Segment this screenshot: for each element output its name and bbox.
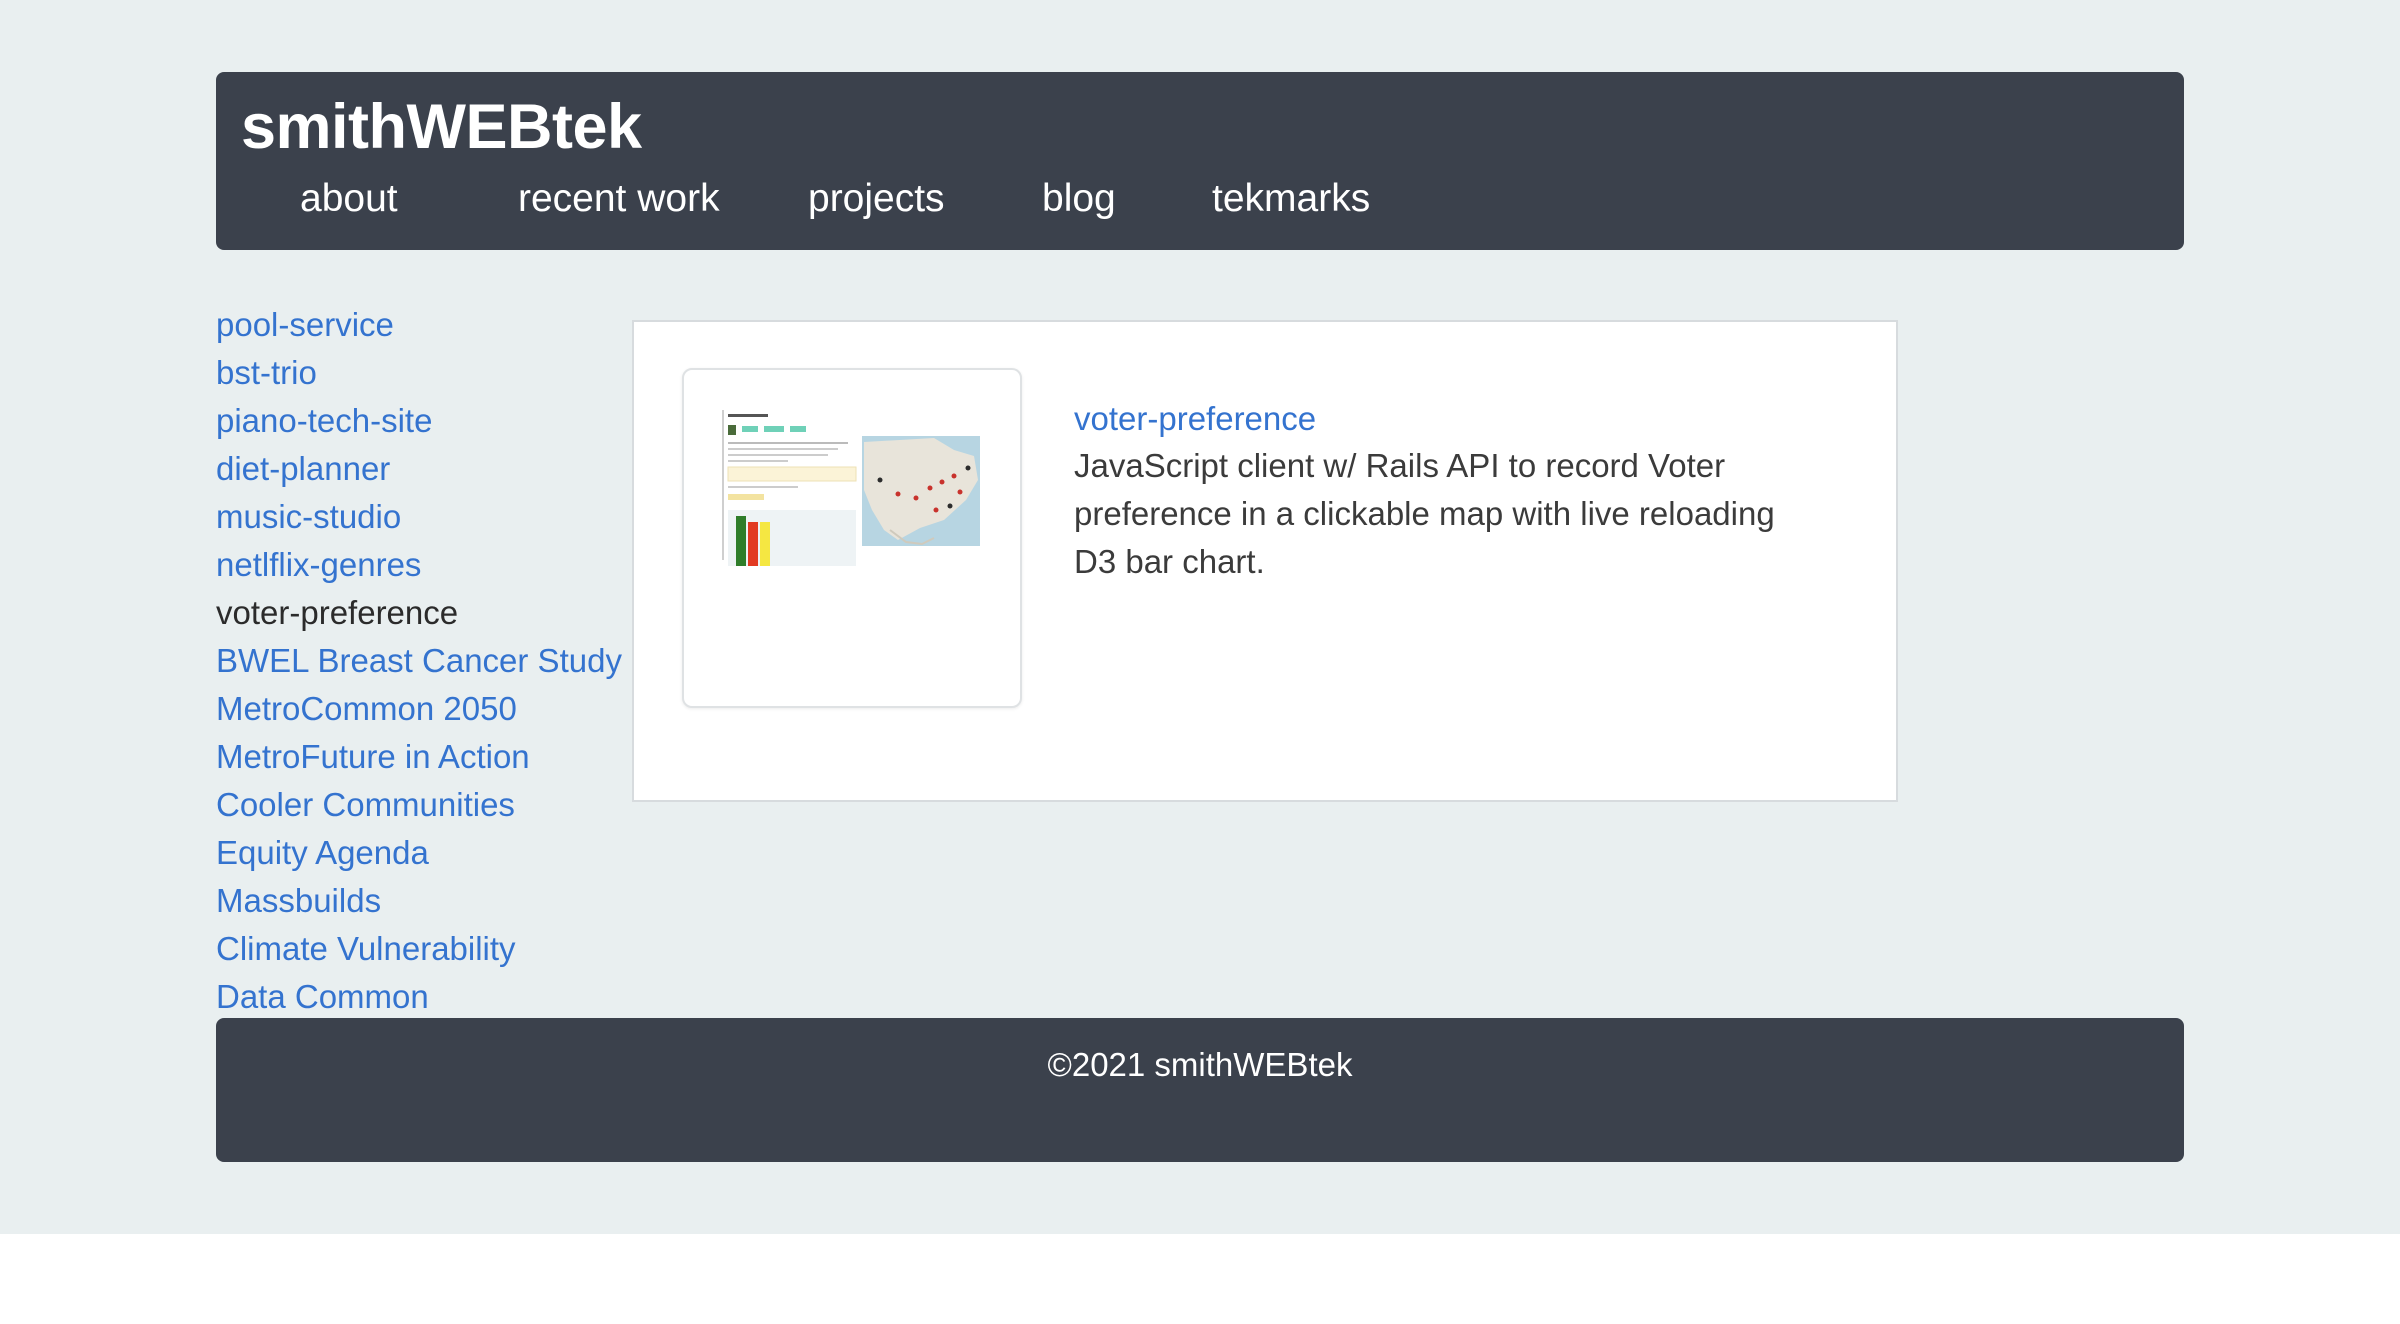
sidebar-item-data-common[interactable]: Data Common (216, 980, 429, 1013)
nav-about[interactable]: about (300, 177, 398, 221)
nav-tekmarks[interactable]: tekmarks (1212, 177, 1370, 221)
sidebar-item-cooler-communities[interactable]: Cooler Communities (216, 788, 515, 821)
copyright-text: ©2021 smithWEBtek (1047, 1046, 1353, 1083)
project-title-link[interactable]: voter-preference (1074, 402, 1316, 435)
sidebar-item-bst-trio[interactable]: bst-trio (216, 356, 317, 389)
thumbnail-image (722, 410, 984, 566)
site-header: smithWEBtek about recent work projects b… (216, 72, 2184, 250)
sidebar-item-netflix-genres[interactable]: netlflix-genres (216, 548, 421, 581)
sidebar-item-climate-vulnerability[interactable]: Climate Vulnerability (216, 932, 516, 965)
sidebar-item-equity-agenda[interactable]: Equity Agenda (216, 836, 429, 869)
sidebar-item-voter-preference[interactable]: voter-preference (216, 596, 458, 629)
nav-blog[interactable]: blog (1042, 177, 1116, 221)
sidebar-item-bwel-breast-cancer-study[interactable]: BWEL Breast Cancer Study (216, 644, 622, 677)
sidebar-item-massbuilds[interactable]: Massbuilds (216, 884, 381, 917)
nav-projects[interactable]: projects (808, 177, 945, 221)
sidebar-item-music-studio[interactable]: music-studio (216, 500, 401, 533)
project-thumbnail[interactable] (682, 368, 1022, 708)
sidebar-item-diet-planner[interactable]: diet-planner (216, 452, 390, 485)
nav-recent-work[interactable]: recent work (518, 177, 720, 221)
site-footer: ©2021 smithWEBtek (216, 1018, 2184, 1162)
sidebar-item-pool-service[interactable]: pool-service (216, 308, 394, 341)
sidebar-item-piano-tech-site[interactable]: piano-tech-site (216, 404, 432, 437)
sidebar-item-metrofuture-in-action[interactable]: MetroFuture in Action (216, 740, 530, 773)
project-description: JavaScript client w/ Rails API to record… (1074, 447, 1775, 580)
project-card: voter-preference JavaScript client w/ Ra… (632, 320, 1898, 802)
sidebar-item-metrocommon-2050[interactable]: MetroCommon 2050 (216, 692, 517, 725)
site-title[interactable]: smithWEBtek (241, 96, 642, 159)
